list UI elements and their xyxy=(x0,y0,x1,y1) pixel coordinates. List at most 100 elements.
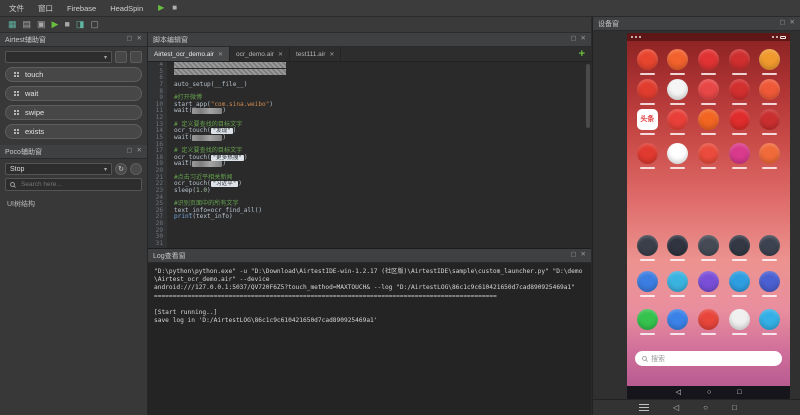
back-icon[interactable]: ◁ xyxy=(676,389,681,396)
recents-icon[interactable]: □ xyxy=(732,403,737,412)
assist-button-touch[interactable]: touch xyxy=(5,67,142,82)
app-icon-cell[interactable] xyxy=(756,49,784,75)
app-icon[interactable] xyxy=(697,235,719,256)
app-icon[interactable] xyxy=(759,79,781,100)
close-panel-icon[interactable]: ✕ xyxy=(581,36,586,43)
menu-item-1[interactable]: 窗口 xyxy=(31,3,60,14)
phone-homescreen[interactable]: 搜索 头条 xyxy=(627,41,790,386)
app-icon[interactable] xyxy=(697,143,719,164)
editor-scrollbar[interactable] xyxy=(586,64,590,128)
run-script-icon[interactable]: ▶ xyxy=(52,20,59,29)
close-tab-icon[interactable]: ✕ xyxy=(329,51,334,58)
tab-0[interactable]: Airtest_ocr_demo.air ✕ xyxy=(148,47,231,61)
app-icon[interactable] xyxy=(636,143,658,164)
close-tab-icon[interactable]: ✕ xyxy=(218,51,223,58)
float-panel-icon[interactable]: ▢ xyxy=(779,20,785,27)
template-select[interactable]: ▾ xyxy=(5,51,112,63)
assist-button-swipe[interactable]: swipe xyxy=(5,105,142,120)
app-icon[interactable] xyxy=(636,309,658,330)
float-panel-icon[interactable]: ▢ xyxy=(126,36,132,43)
app-icon-cell[interactable] xyxy=(756,235,784,261)
code-editor[interactable]: 4 5 6 7 auto_setup(__file__) 8 9 #打开微博 10 start_a… xyxy=(148,62,591,248)
app-icon-cell[interactable] xyxy=(725,79,753,105)
phone-search-bar[interactable]: 搜索 xyxy=(635,351,782,366)
app-icon-cell[interactable] xyxy=(664,49,692,75)
device-screen-mirror[interactable]: 搜索 头条 ◁ ○ □ xyxy=(627,33,790,399)
app-icon-cell[interactable] xyxy=(756,143,784,169)
close-panel-icon[interactable]: ✕ xyxy=(790,20,795,27)
snapshot-icon[interactable]: ◨ xyxy=(76,20,85,29)
home-icon[interactable]: ○ xyxy=(703,403,708,412)
app-icon-cell[interactable] xyxy=(725,49,753,75)
menu-item-2[interactable]: Firebase xyxy=(60,4,103,13)
float-panel-icon[interactable]: ▢ xyxy=(570,252,576,259)
recents-icon[interactable]: □ xyxy=(737,389,741,396)
assist-button-wait[interactable]: wait xyxy=(5,86,142,101)
app-icon-cell[interactable] xyxy=(664,309,692,335)
home-icon[interactable]: ○ xyxy=(707,389,711,396)
app-icon-cell[interactable] xyxy=(694,143,722,169)
app-icon[interactable] xyxy=(667,235,689,256)
app-icon[interactable] xyxy=(636,49,658,70)
app-icon[interactable] xyxy=(728,49,750,70)
app-icon-cell[interactable] xyxy=(633,143,661,169)
float-panel-icon[interactable]: ▢ xyxy=(126,148,132,155)
menu-item-0[interactable]: 文件 xyxy=(2,3,31,14)
back-icon[interactable]: ◁ xyxy=(673,403,679,412)
app-icon-cell[interactable] xyxy=(633,235,661,261)
app-icon-cell[interactable] xyxy=(694,49,722,75)
tab-1[interactable]: ocr_demo.air ✕ xyxy=(230,47,290,61)
app-icon[interactable] xyxy=(697,109,719,130)
float-panel-icon[interactable]: ▢ xyxy=(570,36,576,43)
close-panel-icon[interactable]: ✕ xyxy=(581,252,586,259)
app-icon-cell[interactable] xyxy=(756,79,784,105)
app-icon[interactable] xyxy=(636,79,658,100)
app-icon[interactable] xyxy=(667,309,689,330)
app-icon-cell[interactable] xyxy=(633,309,661,335)
image-template-thumbnail[interactable] xyxy=(192,134,223,141)
app-icon-cell[interactable] xyxy=(633,79,661,105)
save-script-icon[interactable]: ▣ xyxy=(37,20,46,29)
save-icon[interactable] xyxy=(115,51,127,63)
assist-button-exists[interactable]: exists xyxy=(5,124,142,139)
app-icon-cell[interactable] xyxy=(725,309,753,335)
new-tab-button[interactable]: + xyxy=(579,48,585,60)
poco-mode-select[interactable]: Stop ▾ xyxy=(5,163,112,175)
new-script-icon[interactable]: ▦ xyxy=(8,20,17,29)
close-panel-icon[interactable]: ✕ xyxy=(137,36,142,43)
app-icon-cell[interactable] xyxy=(694,79,722,105)
app-icon-cell[interactable] xyxy=(725,109,753,135)
app-icon-cell[interactable] xyxy=(664,271,692,297)
app-icon[interactable] xyxy=(728,79,750,100)
app-icon-cell[interactable] xyxy=(694,309,722,335)
app-icon[interactable] xyxy=(759,49,781,70)
app-icon[interactable] xyxy=(759,109,781,130)
app-icon-cell[interactable] xyxy=(633,271,661,297)
app-icon-cell[interactable]: 头条 xyxy=(633,109,661,135)
app-icon[interactable] xyxy=(728,143,750,164)
play-icon[interactable]: ▶ xyxy=(158,4,164,12)
app-icon[interactable] xyxy=(759,143,781,164)
app-icon-cell[interactable] xyxy=(725,143,753,169)
poco-search-input[interactable] xyxy=(19,180,137,189)
app-icon[interactable] xyxy=(697,79,719,100)
app-icon[interactable] xyxy=(728,109,750,130)
app-icon-cell[interactable] xyxy=(664,235,692,261)
app-icon-cell[interactable] xyxy=(725,271,753,297)
app-icon[interactable] xyxy=(667,109,689,130)
app-icon[interactable] xyxy=(636,271,658,292)
app-icon-cell[interactable] xyxy=(664,109,692,135)
app-icon-cell[interactable] xyxy=(694,271,722,297)
app-icon[interactable] xyxy=(728,271,750,292)
menu-item-3[interactable]: HeadSpin xyxy=(103,4,150,13)
app-icon[interactable] xyxy=(759,235,781,256)
open-script-icon[interactable]: ▤ xyxy=(23,20,32,29)
app-icon[interactable] xyxy=(667,79,689,100)
inspect-icon[interactable] xyxy=(130,163,142,175)
app-icon[interactable] xyxy=(667,271,689,292)
image-icon[interactable] xyxy=(130,51,142,63)
stop-script-icon[interactable]: ■ xyxy=(64,20,69,29)
toutiao-app-icon[interactable]: 头条 xyxy=(636,109,658,130)
stop-icon[interactable]: ■ xyxy=(172,4,177,12)
app-icon[interactable] xyxy=(667,49,689,70)
